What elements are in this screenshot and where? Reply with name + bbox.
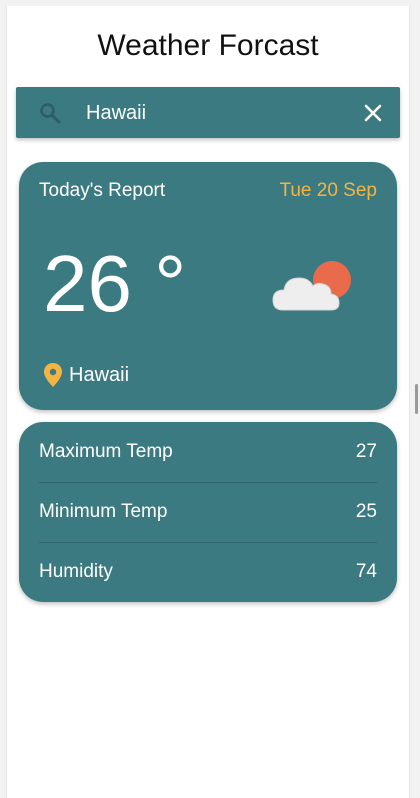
list-item: Maximum Temp 27 [39, 422, 377, 483]
stat-value: 25 [355, 501, 377, 522]
report-date: Tue 20 Sep [279, 180, 377, 201]
stat-value: 27 [355, 441, 377, 462]
search-bar [16, 87, 400, 138]
stat-label: Minimum Temp [39, 501, 168, 522]
app-page: Weather Forcast Today's Report Tue 20 Se… [6, 6, 410, 798]
search-input[interactable] [84, 95, 338, 131]
list-item: Humidity 74 [39, 542, 377, 602]
current-temperature: 26 ° [43, 239, 187, 328]
partly-cloudy-icon [272, 261, 351, 311]
report-label: Today's Report [39, 180, 166, 201]
location-pin-icon [44, 363, 62, 387]
page-title: Weather Forcast [97, 29, 319, 62]
location-name: Hawaii [69, 363, 130, 386]
stats-card: Maximum Temp 27 Minimum Temp 25 Humidity… [19, 422, 397, 602]
stat-label: Maximum Temp [39, 441, 173, 462]
list-item: Minimum Temp 25 [39, 482, 377, 543]
todays-report-card: Today's Report Tue 20 Sep 26 ° Hawaii [19, 162, 397, 410]
scrollbar[interactable] [415, 384, 418, 414]
location: Hawaii [43, 362, 129, 388]
close-icon[interactable] [360, 100, 386, 126]
search-icon[interactable] [38, 101, 62, 125]
stat-value: 74 [355, 561, 377, 582]
stat-label: Humidity [39, 561, 113, 582]
